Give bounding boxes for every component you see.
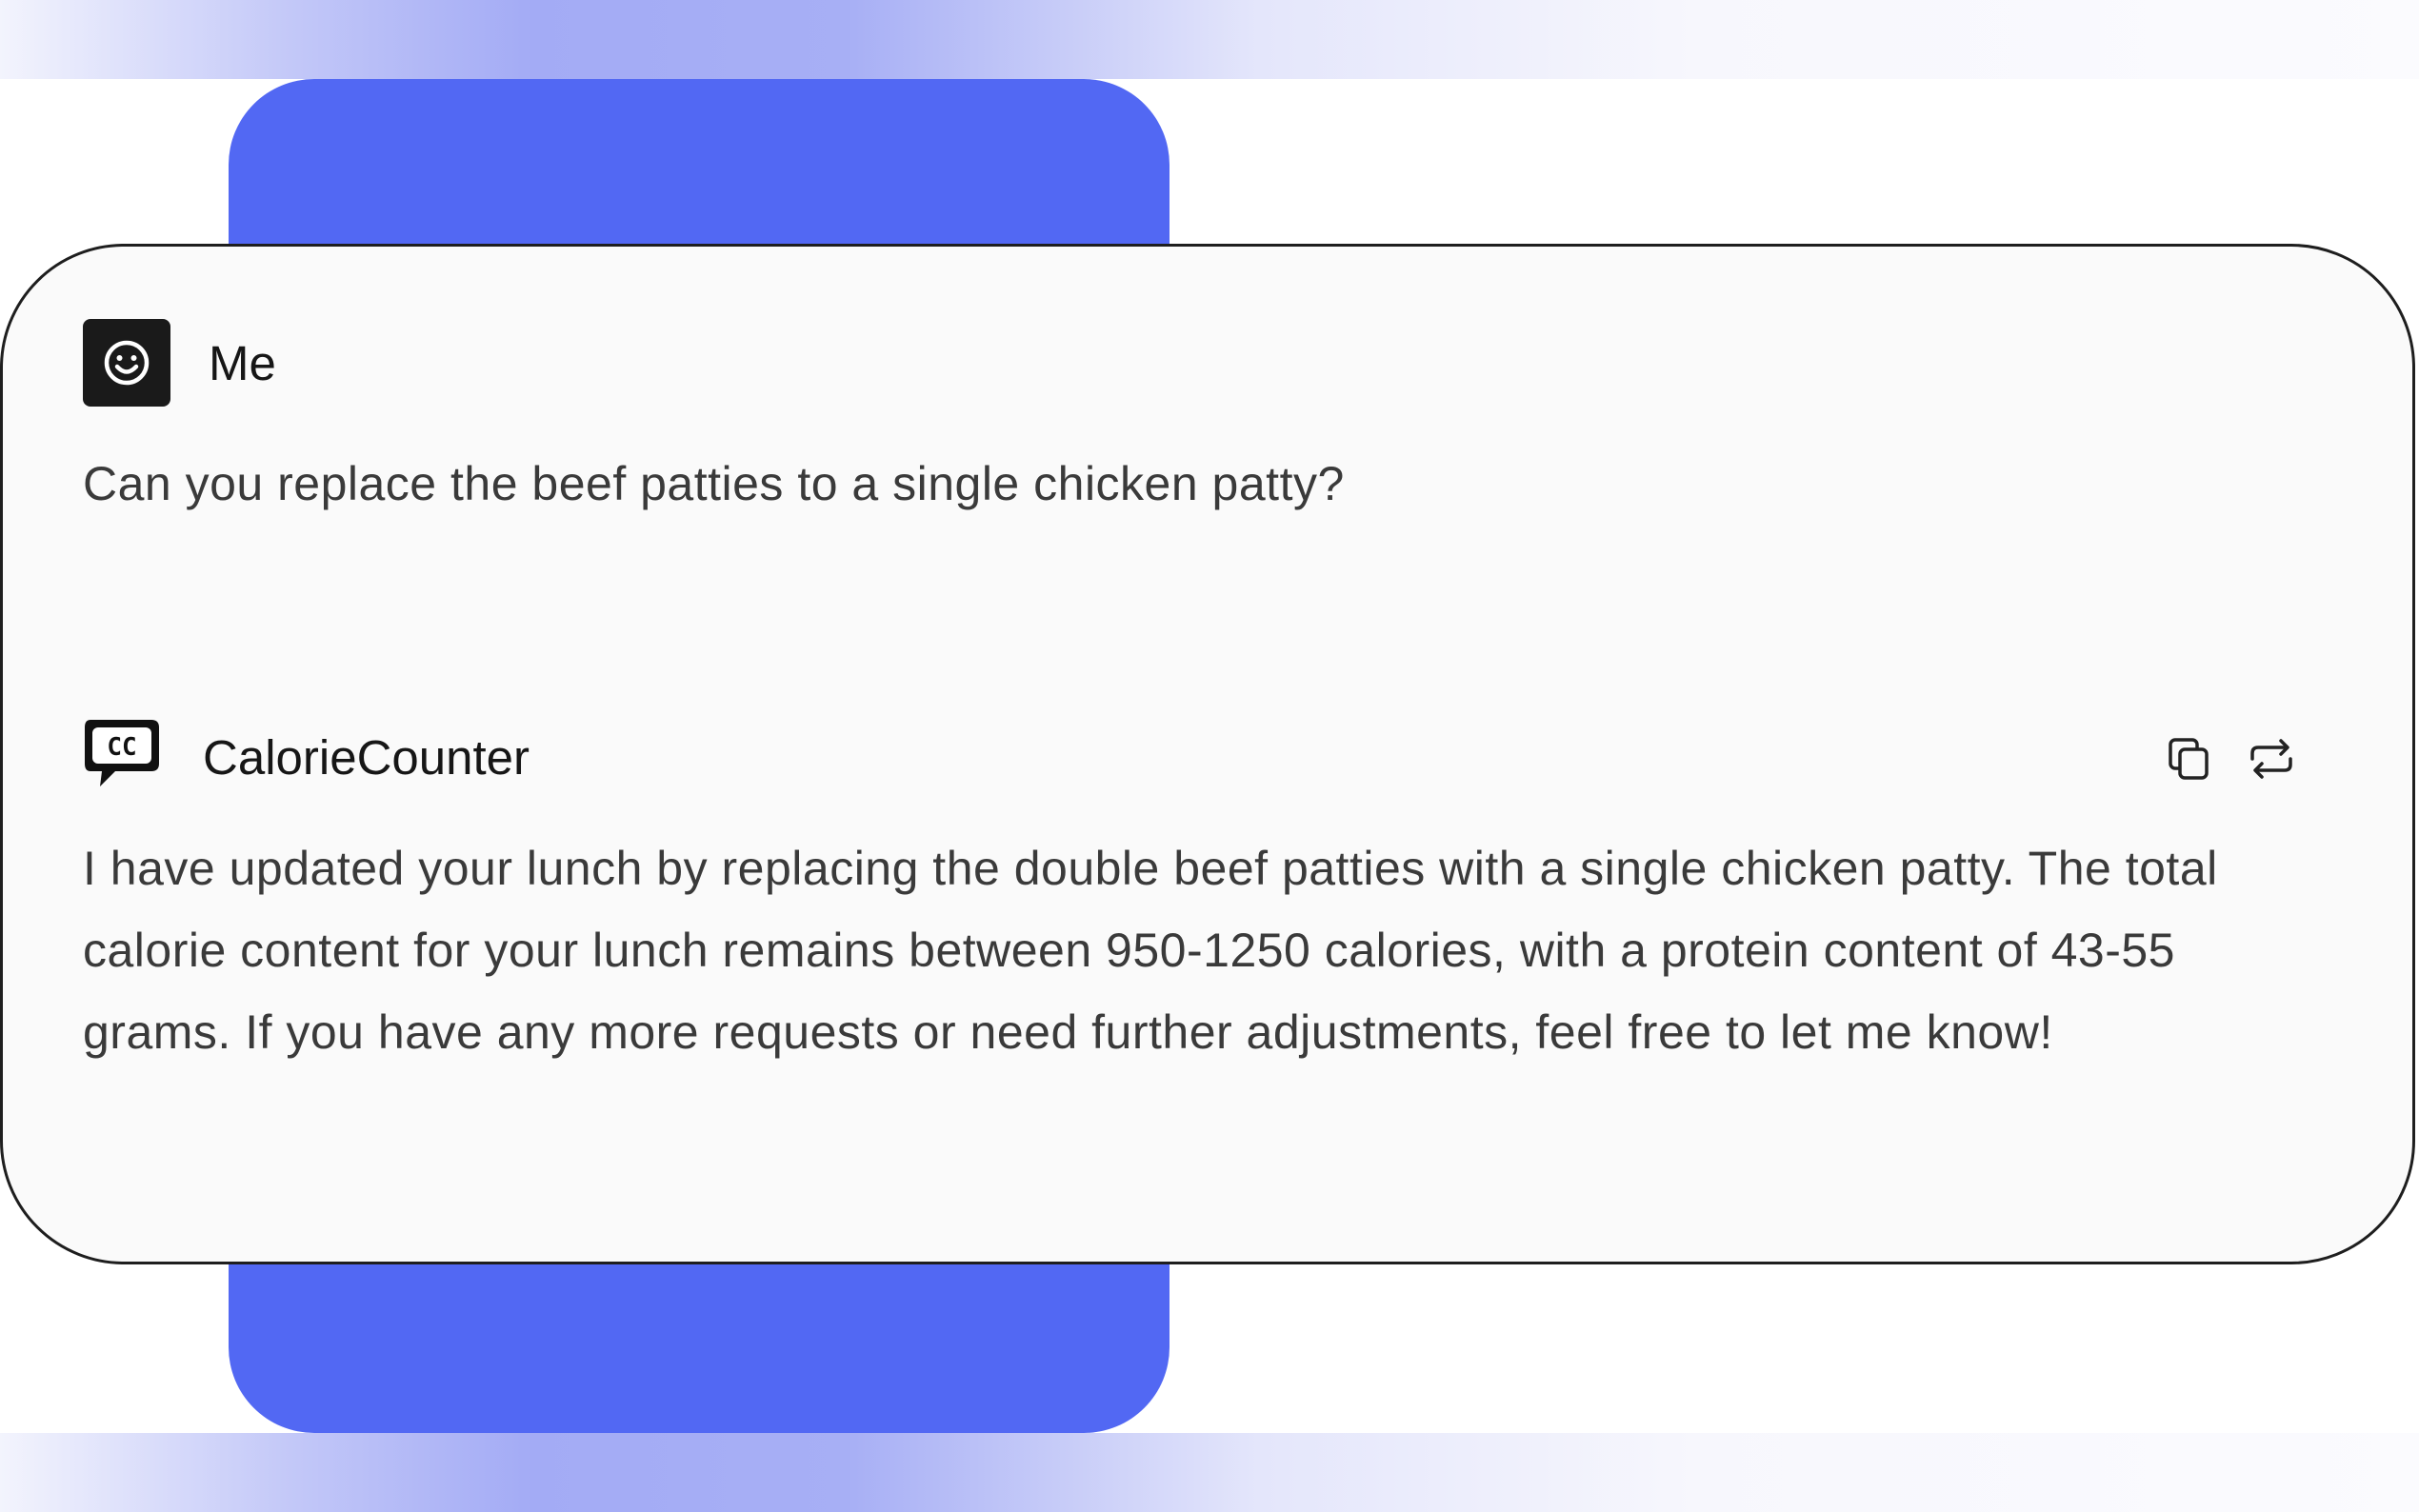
assistant-avatar: CC: [83, 716, 165, 798]
cc-logo-text: CC: [107, 733, 136, 762]
user-message-text: Can you replace the beef patties to a si…: [83, 457, 1345, 510]
smiley-face-icon: [104, 340, 150, 386]
assistant-sender-name: CalorieCounter: [203, 729, 530, 785]
regenerate-icon: [2250, 739, 2292, 779]
assistant-message-text: I have updated your lunch by replacing t…: [83, 842, 2218, 1059]
assistant-message-header: CC CalorieCounter: [83, 713, 530, 801]
top-gradient-band: [0, 0, 2419, 79]
cc-speech-bubble-logo-icon: CC: [85, 720, 159, 786]
copy-icon: [2169, 738, 2209, 780]
user-sender-name: Me: [209, 335, 276, 390]
message-actions: [2161, 730, 2300, 787]
regenerate-button[interactable]: [2243, 730, 2300, 787]
copy-button[interactable]: [2161, 730, 2218, 787]
bottom-gradient-band: [0, 1433, 2419, 1512]
chat-card: Me Can you replace the beef patties to a…: [0, 244, 2415, 1264]
user-message-header: Me: [83, 319, 276, 407]
user-avatar: [83, 319, 170, 407]
